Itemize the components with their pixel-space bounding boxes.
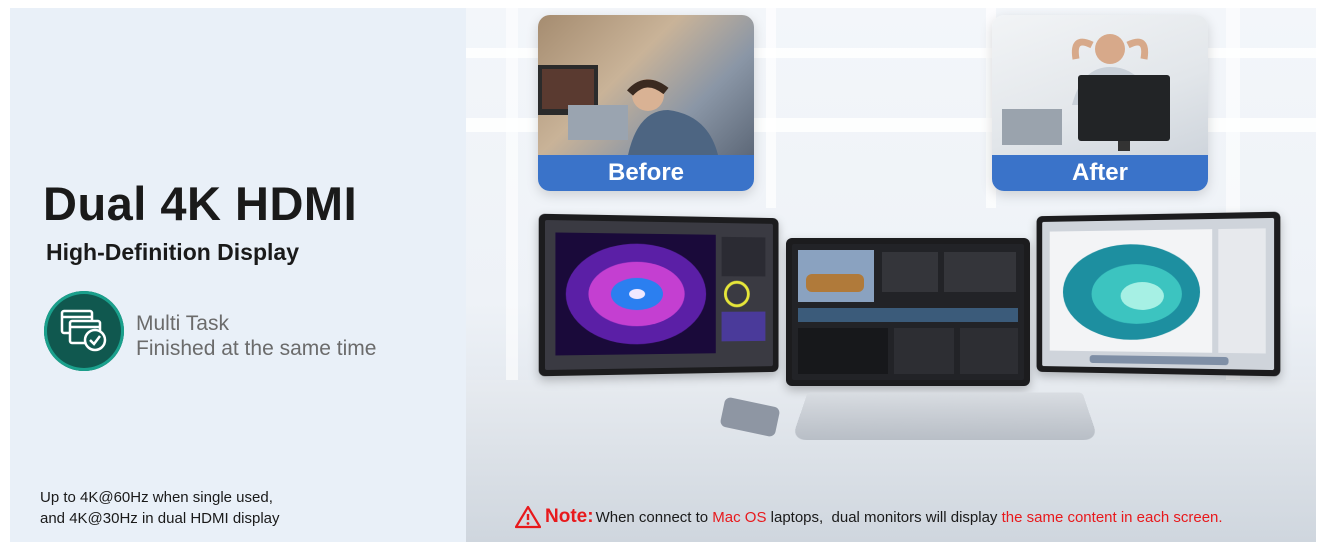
note-highlight-mac-os: Mac OS — [712, 508, 767, 526]
laptop-keyboard-deck — [791, 392, 1099, 441]
right-monitor-screen — [1042, 217, 1275, 371]
feature-line-1: Multi Task — [136, 312, 229, 335]
note-text-1: When connect to — [595, 508, 713, 526]
multi-window-check-icon — [44, 291, 124, 371]
after-label: After — [992, 155, 1208, 191]
headline-subtitle: High-Definition Display — [46, 239, 299, 265]
note-text-2: laptops, dual monitors will display — [766, 508, 1002, 526]
compatibility-note: Note: When connect to Mac OS laptops, du… — [515, 505, 1223, 529]
before-label: Before — [538, 155, 754, 191]
footnote-line-2: and 4K@30Hz in dual HDMI display — [40, 510, 280, 527]
warning-triangle-icon — [515, 505, 541, 529]
stressed-man-photo — [538, 15, 754, 155]
happy-man-photo — [992, 15, 1208, 155]
product-banner: Dual 4K HDMI High-Definition Display Mul… — [10, 8, 1316, 542]
left-monitor-screen — [544, 219, 773, 371]
office-scene-photo: Before After — [466, 8, 1316, 542]
headline-title: Dual 4K HDMI — [43, 177, 358, 230]
laptop-screen-bezel — [786, 238, 1030, 386]
note-label: Note: — [545, 506, 594, 527]
note-highlight-same-content: the same content in each screen. — [1001, 508, 1223, 526]
feature-line-2: Finished at the same time — [136, 337, 377, 360]
before-photo-card: Before — [538, 15, 754, 191]
resolution-footnote: Up to 4K@60Hz when single used, and 4K@3… — [40, 487, 280, 529]
footnote-line-1: Up to 4K@60Hz when single used, — [40, 489, 273, 506]
right-monitor — [1036, 211, 1281, 377]
left-monitor — [538, 213, 779, 377]
after-photo-card: After — [992, 15, 1208, 191]
feature-text: Multi Task Finished at the same time — [136, 311, 376, 361]
laptop-screen — [792, 244, 1024, 380]
